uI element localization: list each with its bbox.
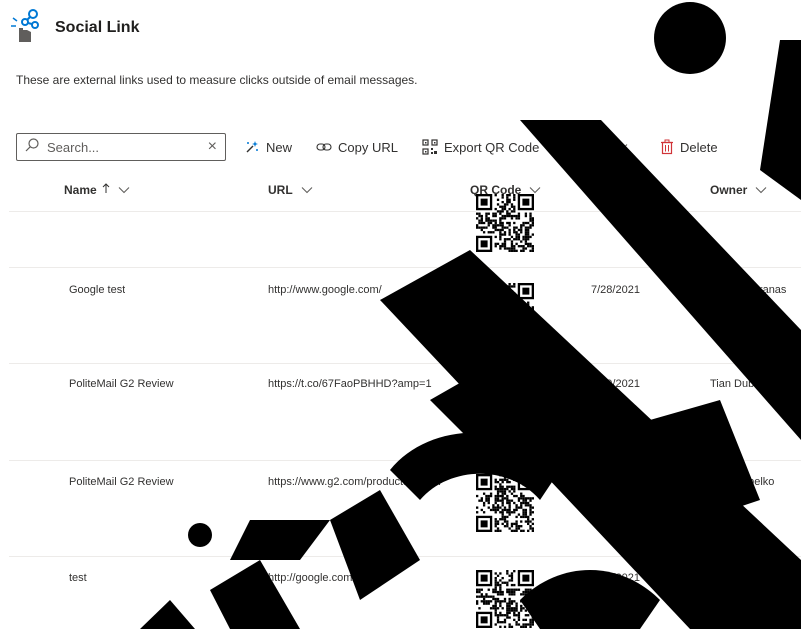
- chevron-down-icon: [755, 186, 767, 194]
- copy-url-button[interactable]: Copy URL: [308, 132, 406, 162]
- search-box[interactable]: ×: [16, 133, 226, 161]
- row-owner: Heather Franas: [710, 284, 787, 296]
- row-url: https://t.co/67FaoPBHHD?amp=1: [268, 378, 432, 390]
- column-header-url[interactable]: URL: [268, 172, 313, 208]
- row-owner: Tian Dubelko: [710, 476, 775, 488]
- copy-url-label: Copy URL: [338, 139, 398, 155]
- chevron-down-icon: [616, 143, 628, 151]
- table-row[interactable]: [9, 268, 801, 364]
- chevron-down-icon: [301, 186, 313, 194]
- chevron-down-icon: [529, 186, 541, 194]
- row-created: 10/11/2021: [591, 476, 646, 488]
- table-row[interactable]: [9, 557, 801, 629]
- delete-button[interactable]: Delete: [652, 132, 726, 162]
- actions-menu-button[interactable]: Actions: [557, 132, 636, 162]
- export-qr-code-button[interactable]: Export QR Code: [414, 132, 547, 162]
- link-icon: [316, 139, 332, 155]
- search-icon: [25, 137, 39, 157]
- new-label: New: [266, 139, 293, 155]
- sparkle-add-icon: [244, 139, 260, 155]
- row-owner: Tian Dubelko: [710, 378, 775, 390]
- row-name: PoliteMail G2 Review: [69, 378, 174, 390]
- export-qr-code-label: Export QR Code: [443, 139, 540, 155]
- row-created: 7/28/2021: [591, 284, 640, 296]
- actions-label: Actions: [565, 139, 608, 155]
- row-url: http://www.google.com/: [268, 284, 382, 296]
- qr-code-image: [476, 283, 534, 341]
- row-name: PoliteMail G2 Review: [69, 476, 174, 488]
- qr-code-icon: [422, 139, 438, 155]
- row-url: http://google.com/: [268, 572, 356, 584]
- row-url: https://www.g2.com/products/polit...: [268, 476, 442, 488]
- table-row[interactable]: [9, 212, 801, 268]
- page-title: Social Link: [55, 19, 140, 36]
- command-bar: × New Copy URL Export QR Code Actions De…: [16, 132, 726, 162]
- arrow-up-icon: [102, 183, 110, 197]
- row-created: 10/1/2021: [591, 572, 640, 584]
- qr-code-image: [476, 377, 534, 435]
- search-input[interactable]: [47, 139, 204, 155]
- row-owner: Tian Dubelko: [710, 572, 775, 584]
- close-icon[interactable]: ×: [208, 139, 217, 155]
- new-button[interactable]: New: [236, 132, 300, 162]
- delete-label: Delete: [680, 139, 718, 155]
- row-created: 7/19/2021: [591, 378, 640, 390]
- row-name: Google test: [69, 284, 126, 296]
- chevron-down-icon: [118, 186, 130, 194]
- chevron-down-icon: [644, 186, 656, 194]
- qr-code-image: [476, 194, 534, 252]
- page-description: These are external links used to measure…: [16, 73, 418, 87]
- column-header-name[interactable]: Name: [64, 172, 130, 208]
- qr-code-image: [476, 570, 534, 628]
- column-header-created[interactable]: Created: [591, 172, 656, 208]
- column-header-owner[interactable]: Owner: [710, 172, 767, 208]
- qr-code-image: [476, 474, 534, 532]
- trash-icon: [660, 139, 674, 155]
- row-name: test: [69, 572, 87, 584]
- page-header: Social Link: [9, 8, 139, 44]
- social-link-hand-icon: [9, 8, 45, 44]
